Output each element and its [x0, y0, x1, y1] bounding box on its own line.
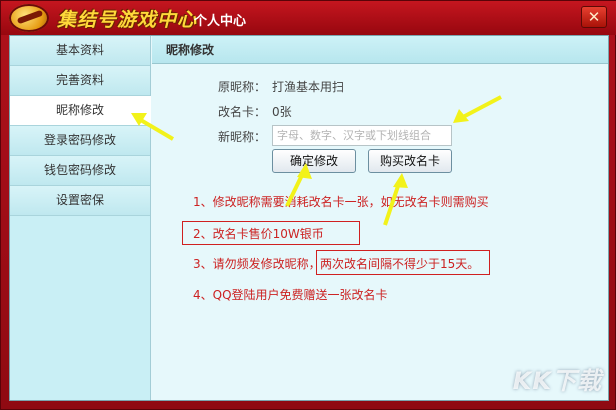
arrow-to-buy-head [393, 173, 408, 188]
arrow-to-input-shaft [462, 95, 502, 119]
app-window: 集结号游戏中心 个人中心 ✕ 基本资料 完善资料 昵称修改 登录密码修改 钱包密… [0, 0, 616, 410]
arrow-to-sidebar-shaft [137, 117, 175, 141]
arrow-to-confirm-shaft [285, 172, 305, 207]
annotation-arrows [131, 95, 502, 226]
arrow-to-buy-shaft [383, 182, 401, 226]
arrow-to-confirm-head [297, 163, 312, 179]
